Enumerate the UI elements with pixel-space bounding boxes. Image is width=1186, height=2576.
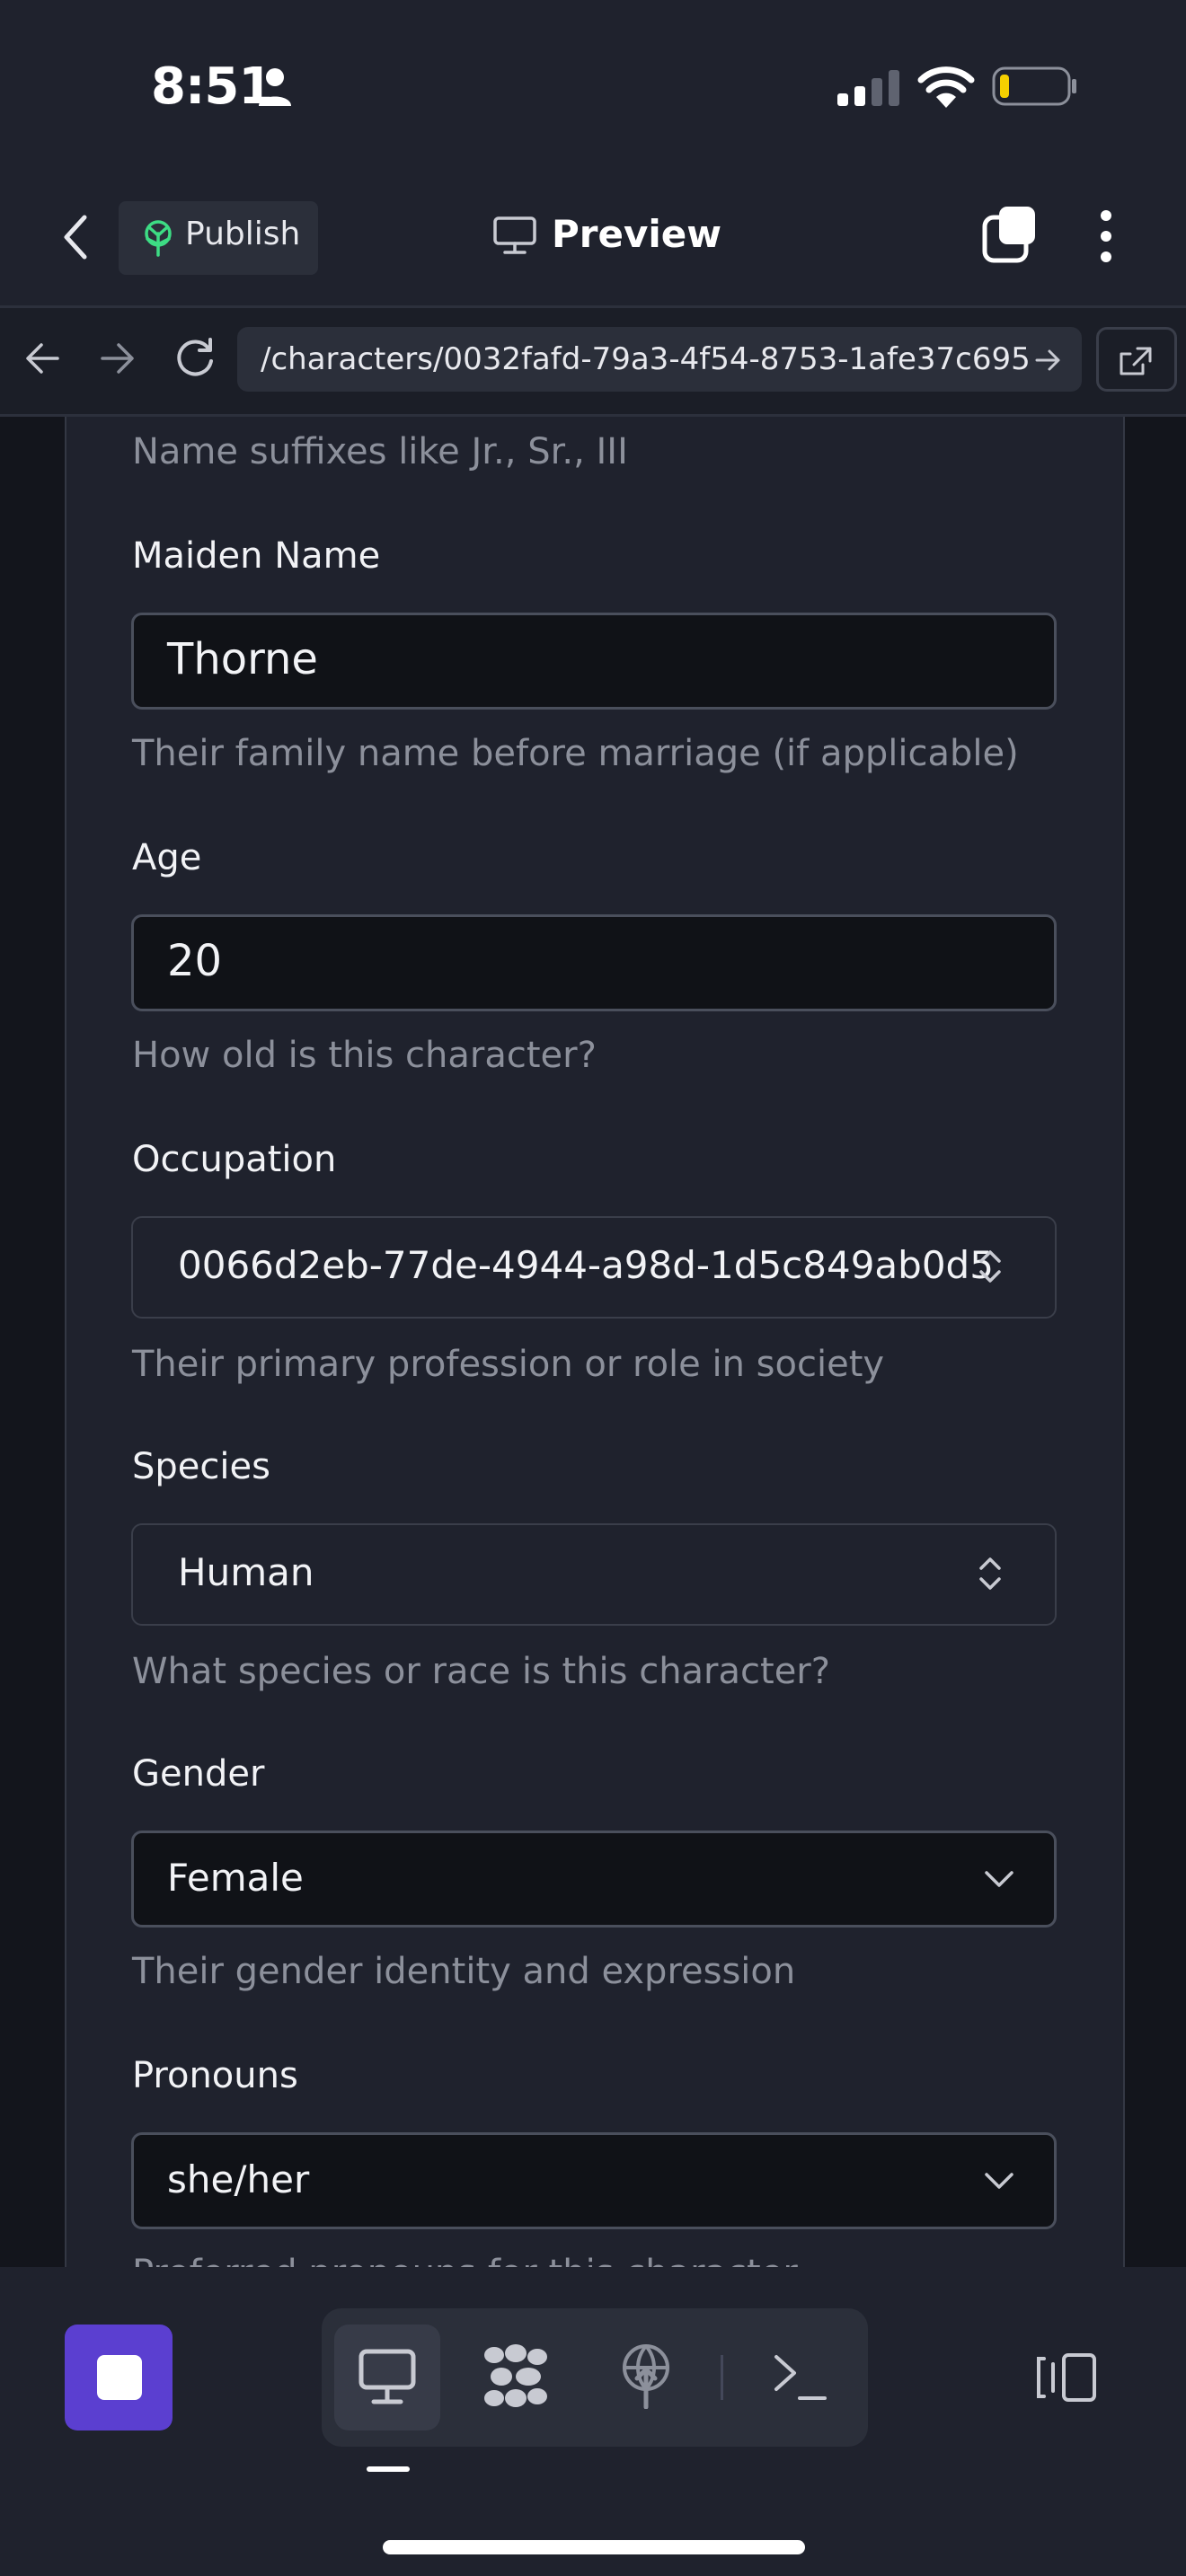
gender-label: Gender [132,1753,265,1795]
chevron-down-icon [985,2173,1013,2189]
signal-icon [837,70,899,106]
suffix-hint: Name suffixes like Jr., Sr., III [132,431,628,472]
stop-icon [97,2355,142,2400]
pronouns-value[interactable]: she/her [167,2157,309,2201]
species-hint: What species or race is this character? [132,1651,830,1692]
status-time: 8:51 [151,57,273,116]
toolbar-divider [721,2355,723,2400]
occupation-label: Occupation [132,1139,337,1180]
publish-label: Publish [185,216,301,252]
nav-back-icon[interactable] [23,340,61,377]
maiden-name-label: Maiden Name [132,535,381,577]
monitor-icon [493,216,536,254]
age-input[interactable] [131,914,1057,1011]
gender-hint: Their gender identity and expression [132,1951,796,1992]
desktop-icon [358,2349,416,2404]
publish-icon [145,220,172,257]
back-icon[interactable] [54,210,97,264]
reload-icon[interactable] [173,336,217,381]
pronouns-label: Pronouns [132,2055,298,2096]
gender-value[interactable]: Female [167,1856,304,1900]
age-hint: How old is this character? [132,1035,597,1076]
external-link-icon [1120,347,1152,375]
cluster-icon[interactable] [482,2342,550,2411]
panel-toggle-icon[interactable] [1035,2351,1098,2404]
maiden-name-hint: Their family name before marriage (if ap… [132,733,1019,774]
tabs-icon[interactable] [981,205,1039,264]
updown-chevron-icon [979,1557,1001,1590]
more-icon[interactable] [1091,208,1121,264]
person-icon [259,68,291,106]
occupation-value[interactable]: 0066d2eb-77de-4944-a98d-1d5c849ab0d5 [178,1243,994,1287]
occupation-hint: Their primary profession or role in soci… [132,1344,885,1385]
url-go-icon[interactable] [1033,345,1064,375]
age-label: Age [132,837,202,878]
deploy-icon[interactable] [618,2342,674,2409]
preview-title: Preview [552,212,722,256]
nav-forward-icon[interactable] [99,340,137,377]
wifi-icon [917,66,975,108]
home-indicator[interactable] [383,2540,805,2554]
maiden-name-value[interactable]: Thorne [167,634,318,684]
battery-icon [992,66,1076,106]
updown-chevron-icon [979,1250,1001,1283]
terminal-icon[interactable] [771,2350,828,2404]
active-view-indicator [367,2466,410,2472]
url-text[interactable]: /characters/0032fafd-79a3-4f54-8753-1afe… [261,341,1033,377]
species-label: Species [132,1446,270,1487]
species-value[interactable]: Human [178,1550,314,1594]
age-value[interactable]: 20 [167,936,222,986]
chevron-down-icon [985,1871,1013,1887]
